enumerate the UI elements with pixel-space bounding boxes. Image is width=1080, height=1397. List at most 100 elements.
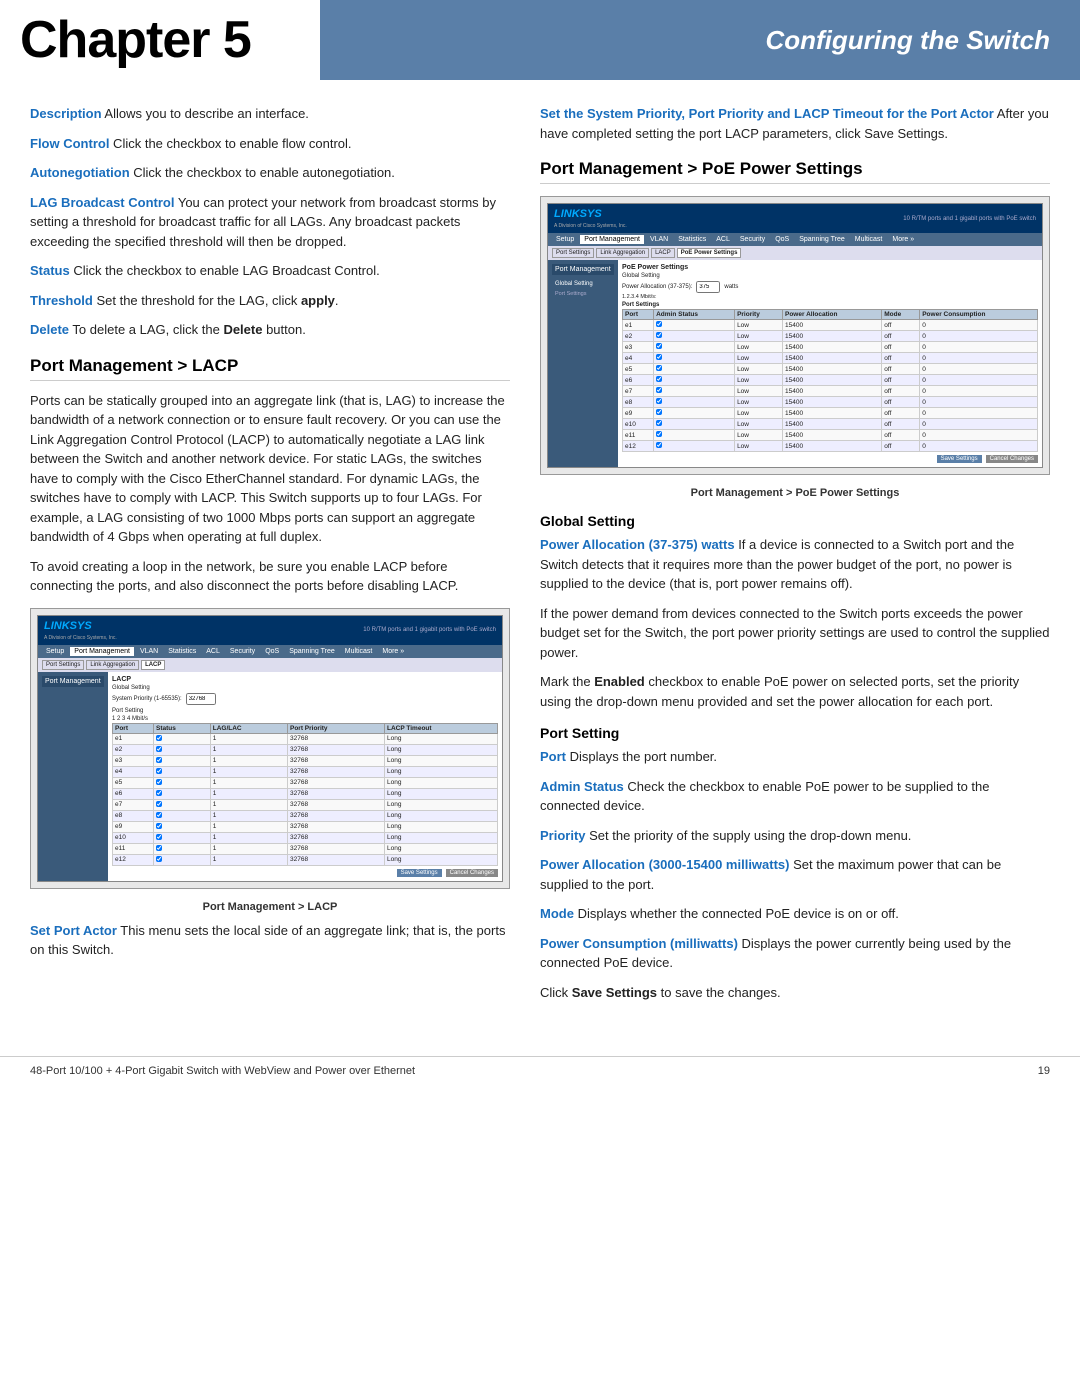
status-checkbox[interactable] [156, 845, 162, 851]
system-priority-input[interactable] [186, 693, 216, 705]
nav-spanning[interactable]: Spanning Tree [285, 647, 339, 656]
poe-nav-vlan[interactable]: VLAN [646, 235, 672, 244]
table-row: e3Low15400off0 [623, 342, 1038, 353]
table-row: e8Low15400off0 [623, 397, 1038, 408]
lacp-col-port: Port [113, 723, 154, 733]
enabled-bold: Enabled [594, 674, 645, 689]
poe-sidebar-port-settings[interactable]: Port Settings [552, 289, 614, 299]
poe-col-priority: Priority [735, 310, 783, 320]
status-checkbox[interactable] [156, 779, 162, 785]
table-row: e8132768Long [113, 810, 498, 821]
title-area: Configuring the Switch [320, 0, 1080, 80]
priority-para: Priority Set the priority of the supply … [540, 826, 1050, 846]
linksys-poe-sidebar: Port Management Global Setting Port Sett… [548, 260, 618, 467]
poe-port-setting-label: Port Settings [622, 302, 1038, 308]
admin-checkbox[interactable] [656, 387, 662, 393]
table-row: e10132768Long [113, 832, 498, 843]
power-demand-para: If the power demand from devices connect… [540, 604, 1050, 663]
status-checkbox[interactable] [156, 790, 162, 796]
poe-alloc-input[interactable] [696, 281, 720, 293]
poe-table: Port Admin Status Priority Power Allocat… [622, 309, 1038, 452]
admin-status-para: Admin Status Check the checkbox to enabl… [540, 777, 1050, 816]
admin-checkbox[interactable] [656, 409, 662, 415]
admin-checkbox[interactable] [656, 442, 662, 448]
subtab-link-agg[interactable]: Link Aggregation [86, 660, 139, 670]
status-checkbox[interactable] [156, 746, 162, 752]
nav-more[interactable]: More » [378, 647, 408, 656]
poe-subtab-poe[interactable]: PoE Power Settings [677, 248, 742, 258]
poe-nav-statistics[interactable]: Statistics [674, 235, 710, 244]
status-checkbox[interactable] [156, 757, 162, 763]
linksys-poe-body: Port Management Global Setting Port Sett… [548, 260, 1042, 467]
poe-nav-acl[interactable]: ACL [712, 235, 734, 244]
status-para: Status Click the checkbox to enable LAG … [30, 261, 510, 281]
admin-checkbox[interactable] [656, 431, 662, 437]
subtab-port-settings[interactable]: Port Settings [42, 660, 84, 670]
admin-status-term: Admin Status [540, 779, 624, 794]
status-checkbox[interactable] [156, 834, 162, 840]
lacp-cancel-button[interactable]: Cancel Changes [446, 869, 498, 877]
status-checkbox[interactable] [156, 735, 162, 741]
nav-vlan[interactable]: VLAN [136, 647, 162, 656]
lacp-save-button[interactable]: Save Settings [397, 869, 442, 877]
status-checkbox[interactable] [156, 801, 162, 807]
subtab-lacp[interactable]: LACP [141, 660, 165, 670]
linksys-poe-ui: LINKSYS A Division of Cisco Systems, Inc… [547, 203, 1043, 468]
poe-save-button[interactable]: Save Settings [937, 455, 982, 463]
admin-checkbox[interactable] [656, 365, 662, 371]
poe-subtab-link-agg[interactable]: Link Aggregation [596, 248, 649, 258]
table-row: e12Low15400off0 [623, 441, 1038, 452]
poe-cancel-button[interactable]: Cancel Changes [986, 455, 1038, 463]
admin-checkbox[interactable] [656, 420, 662, 426]
admin-checkbox[interactable] [656, 343, 662, 349]
admin-checkbox[interactable] [656, 354, 662, 360]
threshold-para: Threshold Set the threshold for the LAG,… [30, 291, 510, 311]
linksys-poe-subtabs: Port Settings Link Aggregation LACP PoE … [548, 246, 1042, 260]
poe-nav-qos[interactable]: QoS [771, 235, 793, 244]
admin-checkbox[interactable] [656, 332, 662, 338]
poe-col-port: Port [623, 310, 654, 320]
poe-subtab-lacp[interactable]: LACP [651, 248, 675, 258]
poe-subtab-port-settings[interactable]: Port Settings [552, 248, 594, 258]
poe-nav-multicast[interactable]: Multicast [851, 235, 887, 244]
poe-nav-security[interactable]: Security [736, 235, 769, 244]
nav-security[interactable]: Security [226, 647, 259, 656]
admin-checkbox[interactable] [656, 398, 662, 404]
admin-checkbox[interactable] [656, 321, 662, 327]
nav-multicast[interactable]: Multicast [341, 647, 377, 656]
poe-sidebar-item-port-mgmt[interactable]: Port Management [552, 264, 614, 275]
poe-nav-port-mgmt[interactable]: Port Management [580, 235, 644, 244]
nav-port-mgmt[interactable]: Port Management [70, 647, 134, 656]
poe-nav-more[interactable]: More » [888, 235, 918, 244]
power-alloc2-para: Power Allocation (3000-15400 milliwatts)… [540, 855, 1050, 894]
poe-nav-setup[interactable]: Setup [552, 235, 578, 244]
poe-nav-spanning[interactable]: Spanning Tree [795, 235, 849, 244]
status-checkbox[interactable] [156, 812, 162, 818]
nav-qos[interactable]: QoS [261, 647, 283, 656]
set-priority-intro: Set the System Priority, Port Priority a… [540, 104, 1050, 143]
status-checkbox[interactable] [156, 823, 162, 829]
lacp-global-label: Global Setting [112, 685, 498, 691]
table-row: e4132768Long [113, 766, 498, 777]
nav-statistics[interactable]: Statistics [164, 647, 200, 656]
mode-text: Displays whether the connected PoE devic… [574, 906, 899, 921]
nav-acl[interactable]: ACL [202, 647, 224, 656]
chapter-label-area: Chapter 5 [0, 0, 320, 80]
table-row: e5132768Long [113, 777, 498, 788]
page-header: Chapter 5 Configuring the Switch [0, 0, 1080, 80]
linksys-lacp-body: Port Management LACP Global Setting Syst… [38, 672, 502, 881]
status-checkbox[interactable] [156, 768, 162, 774]
table-row: e4Low15400off0 [623, 353, 1038, 364]
poe-section-heading: Port Management > PoE Power Settings [540, 159, 1050, 184]
autoneg-text: Click the checkbox to enable autonegotia… [130, 165, 395, 180]
status-text: Click the checkbox to enable LAG Broadca… [70, 263, 380, 278]
power-alloc-term: Power Allocation (37-375) watts [540, 537, 735, 552]
admin-checkbox[interactable] [656, 376, 662, 382]
poe-alloc-unit: watts [724, 284, 738, 290]
poe-global-label: Global Setting [622, 273, 1038, 279]
sidebar-item-port-mgmt[interactable]: Port Management [42, 676, 104, 687]
status-checkbox[interactable] [156, 856, 162, 862]
power-alloc-para: Power Allocation (37-375) watts If a dev… [540, 535, 1050, 594]
nav-setup[interactable]: Setup [42, 647, 68, 656]
table-row: e5Low15400off0 [623, 364, 1038, 375]
